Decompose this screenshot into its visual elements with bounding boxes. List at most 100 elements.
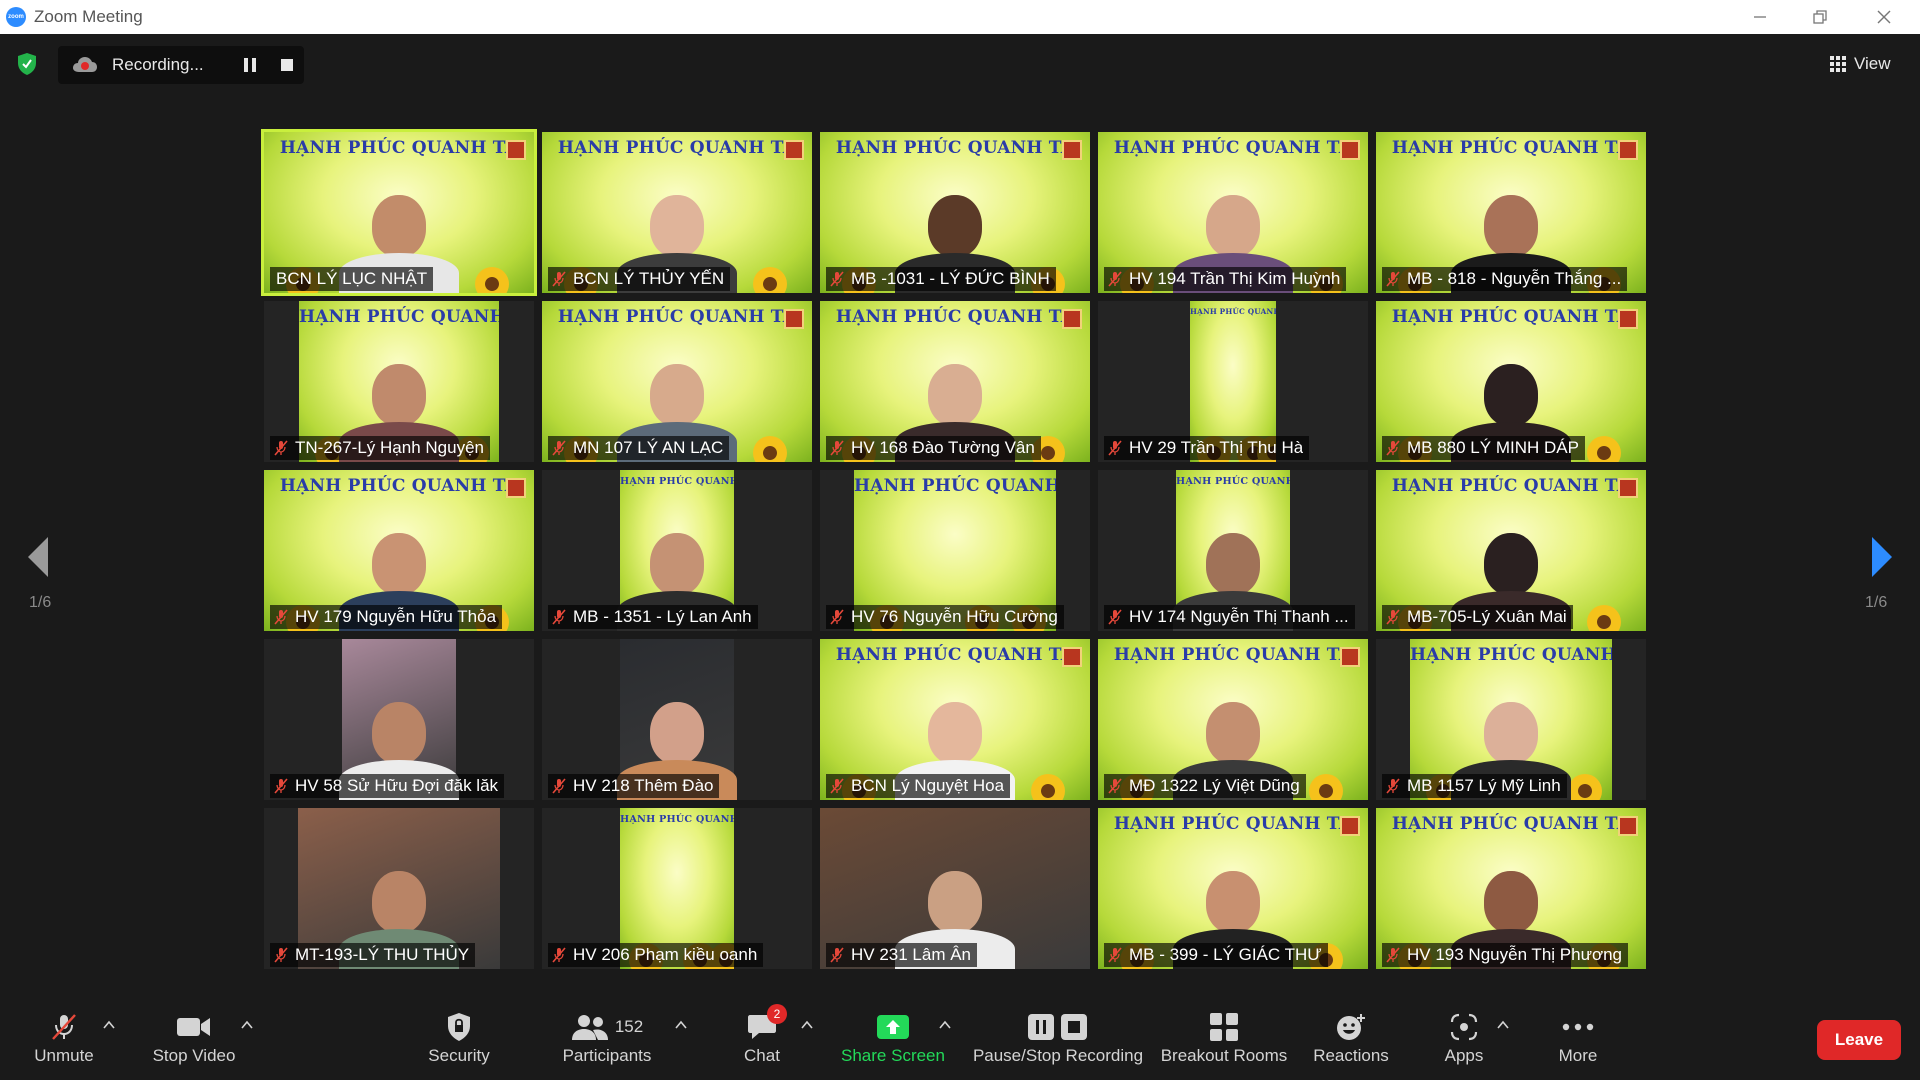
window-titlebar: zoom Zoom Meeting (0, 0, 1920, 34)
share-options-caret-icon[interactable] (939, 1020, 951, 1030)
participant-name-label: MB - 1351 - Lý Lan Anh (548, 605, 758, 629)
restore-button[interactable] (1790, 0, 1850, 34)
minimize-button[interactable] (1730, 0, 1790, 34)
participant-name-label: HV 179 Nguyễn Hữu Thỏa (270, 605, 503, 629)
unmute-button[interactable]: Unmute (24, 1000, 104, 1080)
participant-name: BCN LÝ LỤC NHẬT (276, 269, 428, 288)
participant-video-tile[interactable]: HV 218 Thêm Đào (542, 639, 812, 800)
participant-video-tile[interactable]: HẠNH PHÚC QUANH TA HV 179 Nguyễn Hữu Thỏa (264, 470, 534, 631)
stop-video-label: Stop Video (152, 1046, 236, 1065)
pause-icon (244, 58, 248, 72)
gallery-grid: HẠNH PHÚC QUANH TA BCN LÝ LỤC NHẬT HẠNH PH… (261, 129, 1656, 980)
emblem-icon (506, 140, 526, 160)
participant-video-tile[interactable]: HẠNH PHÚC QUANH TA MB 1157 Lý Mỹ Linh (1376, 639, 1646, 800)
emblem-icon (1618, 140, 1638, 160)
emblem-icon (1340, 647, 1360, 667)
participant-video-tile[interactable]: HẠNH PHÚC QUANH TA HV 193 Nguyễn Thị Phươ… (1376, 808, 1646, 969)
emblem-icon (1618, 309, 1638, 329)
participants-icon-group: 152 (571, 1012, 643, 1042)
sunflower-decoration (752, 436, 787, 462)
emblem-icon (784, 140, 804, 160)
muted-mic-icon (274, 778, 288, 794)
participant-video-tile[interactable]: HẠNH PHÚC QUANH TA MB-705-Lý Xuân Mai (1376, 470, 1646, 631)
view-button[interactable]: View (1830, 50, 1906, 78)
audio-options-caret-icon[interactable] (103, 1020, 115, 1030)
reactions-button[interactable]: Reactions (1306, 1000, 1396, 1080)
page-indicator-left: 1/6 (29, 594, 52, 611)
muted-mic-icon (552, 947, 566, 963)
participant-video-tile[interactable]: HV 58 Sử Hữu Đợi đăk lăk (264, 639, 534, 800)
more-ellipsis-icon (1562, 1012, 1594, 1042)
apps-options-caret-icon[interactable] (1497, 1020, 1509, 1030)
participant-name-label: HV 58 Sử Hữu Đợi đăk lăk (270, 774, 505, 798)
participant-name-label: HV 29 Trần Thị Thu Hà (1104, 436, 1310, 460)
share-screen-button[interactable]: Share Screen (838, 1000, 948, 1080)
participant-video-tile[interactable]: HẠNH PHÚC QUANH TA BCN LÝ THỦY YẾN (542, 132, 812, 293)
breakout-rooms-icon (1209, 1012, 1239, 1042)
muted-mic-icon (1108, 778, 1122, 794)
participant-video-tile[interactable]: HẠNH PHÚC QUANH TA MĐ 1322 Lý Việt Dũng (1098, 639, 1368, 800)
participant-video-tile[interactable]: HẠNH PHÚC QUANH TA MB - 818 - Nguyễn Thắn… (1376, 132, 1646, 293)
participant-name-label: HV 193 Nguyễn Thị Phương (1382, 943, 1629, 967)
muted-mic-icon (274, 609, 288, 625)
participant-video-tile[interactable]: HẠNH PHÚC QUANH TA HV 76 Nguyễn Hữu Cường (820, 470, 1090, 631)
participant-name-label: MB 1157 Lý Mỹ Linh (1382, 774, 1567, 798)
pause-icon-bar (252, 58, 256, 72)
emblem-icon (1340, 140, 1360, 160)
participant-video-tile[interactable]: HẠNH PHÚC QUANH TA HV 29 Trần Thị Thu Hà (1098, 301, 1368, 462)
next-page-arrow-icon[interactable] (1866, 535, 1896, 579)
participant-video-tile[interactable]: HẠNH PHÚC QUANH TA MB -1031 - LÝ ĐỨC BÌNH (820, 132, 1090, 293)
pause-recording-button[interactable] (244, 57, 260, 73)
more-button[interactable]: More (1538, 1000, 1618, 1080)
participant-video-tile[interactable]: HẠNH PHÚC QUANH TA HV 168 Đào Tường Vân (820, 301, 1090, 462)
pause-stop-recording-button[interactable]: Pause/Stop Recording (970, 1000, 1146, 1080)
video-options-caret-icon[interactable] (241, 1020, 253, 1030)
security-button[interactable]: Security (414, 1000, 504, 1080)
participant-video-tile[interactable]: HẠNH PHÚC QUANH TA HV 174 Nguyễn Thị Than… (1098, 470, 1368, 631)
emblem-icon (1062, 647, 1082, 667)
stop-recording-button[interactable] (281, 59, 293, 71)
muted-mic-icon (830, 271, 844, 287)
leave-button[interactable]: Leave (1817, 1020, 1901, 1060)
participants-button[interactable]: 152 Participants (556, 1000, 658, 1080)
participant-video-tile[interactable]: HẠNH PHÚC QUANH TA HV 206 Phạm kiều oanh (542, 808, 812, 969)
background-banner-title: HẠNH PHÚC QUANH TA (835, 645, 1075, 665)
participant-name-label: MB - 399 - LÝ GIÁC THƯ (1104, 943, 1328, 967)
muted-mic-icon (274, 440, 288, 456)
share-screen-icon (876, 1012, 910, 1042)
muted-mic-icon (552, 440, 566, 456)
participant-video-tile[interactable]: MT-193-LÝ THU THỦY (264, 808, 534, 969)
chat-options-caret-icon[interactable] (801, 1020, 813, 1030)
participant-video-tile[interactable]: HẠNH PHÚC QUANH TA MB - 1351 - Lý Lan Anh (542, 470, 812, 631)
participant-video-tile[interactable]: HẠNH PHÚC QUANH TA HV 194 Trần Thị Kim Hu… (1098, 132, 1368, 293)
participant-name-label: MB-705-Lý Xuân Mai (1382, 605, 1573, 629)
muted-mic-icon (1386, 778, 1400, 794)
previous-page-arrow-icon[interactable] (24, 535, 54, 579)
breakout-rooms-button[interactable]: Breakout Rooms (1160, 1000, 1288, 1080)
background-banner-title: HẠNH PHÚC QUANH TA (1113, 645, 1353, 665)
view-label: View (1854, 54, 1891, 73)
participant-video-tile[interactable]: HẠNH PHÚC QUANH TA MB - 399 - LÝ GIÁC THƯ (1098, 808, 1368, 969)
participant-video-tile[interactable]: HẠNH PHÚC QUANH TA BCN Lý Nguyệt Hoa (820, 639, 1090, 800)
muted-mic-icon (830, 609, 844, 625)
participant-name: MB 880 LÝ MINH DÁP (1407, 438, 1579, 457)
background-banner-title: HẠNH PHÚC QUANH TA (1410, 645, 1612, 665)
apps-icon (1449, 1012, 1479, 1042)
participant-video-tile[interactable]: HẠNH PHÚC QUANH TA MB 880 LÝ MINH DÁP (1376, 301, 1646, 462)
participant-video-tile[interactable]: HẠNH PHÚC QUANH TA MN 107 LÝ AN LẠC (542, 301, 812, 462)
participant-name: HV 174 Nguyễn Thị Thanh ... (1129, 607, 1349, 626)
apps-button[interactable]: Apps (1424, 1000, 1504, 1080)
sunflower-decoration (1586, 436, 1621, 462)
encryption-shield-icon[interactable] (16, 52, 38, 76)
stop-video-button[interactable]: Stop Video (146, 1000, 242, 1080)
close-button[interactable] (1854, 0, 1914, 34)
chat-button[interactable]: 2 Chat (722, 1000, 802, 1080)
participant-video-tile[interactable]: HẠNH PHÚC QUANH TA BCN LÝ LỤC NHẬT (261, 129, 537, 296)
participants-options-caret-icon[interactable] (675, 1020, 687, 1030)
participant-name: HV 76 Nguyễn Hữu Cường (851, 607, 1058, 626)
participant-video-tile[interactable]: HV 231 Lâm Ân (820, 808, 1090, 969)
muted-mic-icon (1386, 271, 1400, 287)
participant-video-tile[interactable]: HẠNH PHÚC QUANH TA TN-267-Lý Hạnh Nguyện (264, 301, 534, 462)
participant-name-label: HV 168 Đào Tường Vân (826, 436, 1041, 460)
participants-count: 152 (614, 1017, 644, 1036)
